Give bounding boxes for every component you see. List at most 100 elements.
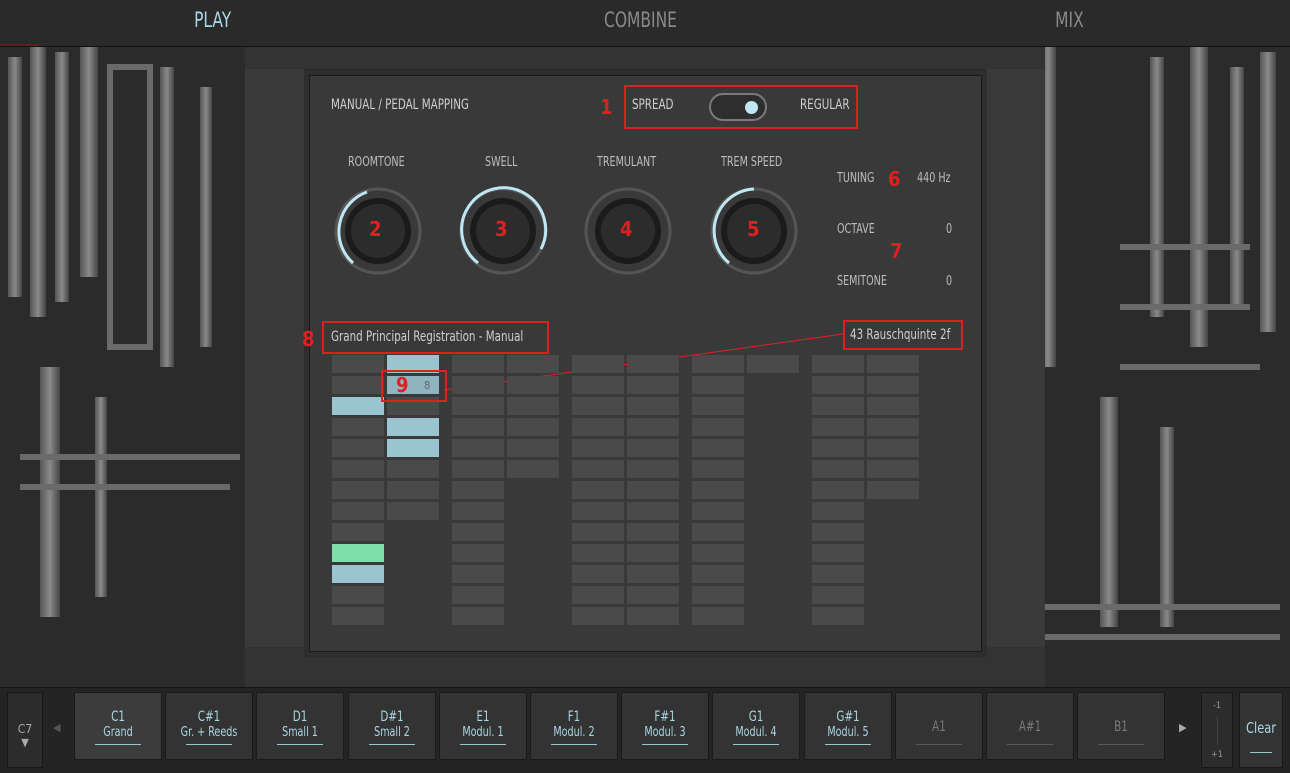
- stop-button[interactable]: [692, 460, 744, 478]
- stop-button[interactable]: [332, 460, 384, 478]
- preset-button-g-sharp1[interactable]: G#1 Modul. 5: [803, 692, 892, 760]
- stop-button[interactable]: [572, 565, 624, 583]
- stop-button[interactable]: [812, 481, 864, 499]
- stop-button[interactable]: [572, 355, 624, 373]
- stop-button[interactable]: [452, 439, 504, 457]
- preset-button-b1[interactable]: B1: [1077, 692, 1166, 760]
- stop-button[interactable]: [812, 460, 864, 478]
- preset-button-d-sharp1[interactable]: D#1 Small 2: [347, 692, 436, 760]
- stop-button[interactable]: [627, 439, 679, 457]
- stop-button[interactable]: [627, 460, 679, 478]
- stop-button[interactable]: [627, 586, 679, 604]
- stop-button[interactable]: [332, 418, 384, 436]
- stop-button[interactable]: [812, 397, 864, 415]
- preset-button-f-sharp1[interactable]: F#1 Modul. 3: [621, 692, 710, 760]
- preset-button-e1[interactable]: E1 Modul. 1: [438, 692, 527, 760]
- stop-button[interactable]: [692, 481, 744, 499]
- stop-button[interactable]: [812, 418, 864, 436]
- stop-button[interactable]: [572, 418, 624, 436]
- stop-button[interactable]: [627, 418, 679, 436]
- stop-button[interactable]: [332, 502, 384, 520]
- preset-button-c1[interactable]: C1 Grand: [74, 692, 162, 760]
- stop-button[interactable]: [507, 460, 559, 478]
- stop-button[interactable]: [812, 502, 864, 520]
- stop-button[interactable]: [387, 502, 439, 520]
- stop-button[interactable]: [692, 439, 744, 457]
- stop-button[interactable]: [332, 481, 384, 499]
- transpose-plus[interactable]: +1: [1211, 750, 1223, 760]
- transpose-control[interactable]: -1 +1: [1201, 692, 1233, 768]
- stop-button[interactable]: [452, 523, 504, 541]
- stop-button[interactable]: [452, 607, 504, 625]
- stop-button[interactable]: [812, 565, 864, 583]
- stop-button[interactable]: [572, 376, 624, 394]
- stop-button[interactable]: [452, 355, 504, 373]
- stop-button[interactable]: [867, 418, 919, 436]
- stop-button[interactable]: [692, 607, 744, 625]
- stop-button[interactable]: [627, 607, 679, 625]
- stop-button[interactable]: [692, 544, 744, 562]
- stop-button[interactable]: [627, 523, 679, 541]
- stop-button[interactable]: [627, 565, 679, 583]
- stop-button[interactable]: [507, 376, 559, 394]
- stop-button[interactable]: [692, 586, 744, 604]
- stop-button[interactable]: [387, 481, 439, 499]
- stop-button[interactable]: [572, 439, 624, 457]
- stop-button[interactable]: [507, 418, 559, 436]
- stop-button[interactable]: [387, 418, 439, 436]
- stop-button[interactable]: [332, 439, 384, 457]
- scroll-left-icon[interactable]: ◀: [53, 721, 61, 734]
- stop-button[interactable]: [332, 355, 384, 373]
- scroll-right-icon[interactable]: ▶: [1179, 721, 1187, 734]
- tab-mix[interactable]: MIX: [1055, 8, 1084, 32]
- stop-button[interactable]: [387, 439, 439, 457]
- stop-button[interactable]: [452, 565, 504, 583]
- stop-button[interactable]: [627, 544, 679, 562]
- tab-combine[interactable]: COMBINE: [604, 8, 677, 32]
- stop-button[interactable]: [812, 607, 864, 625]
- stop-button[interactable]: [692, 355, 744, 373]
- stop-button[interactable]: [812, 586, 864, 604]
- stop-button[interactable]: [452, 460, 504, 478]
- stop-button[interactable]: [452, 481, 504, 499]
- stop-button[interactable]: [452, 376, 504, 394]
- stop-button[interactable]: [812, 376, 864, 394]
- stop-button[interactable]: [332, 607, 384, 625]
- stop-button[interactable]: [812, 355, 864, 373]
- stop-button[interactable]: [332, 565, 384, 583]
- stop-button[interactable]: [572, 544, 624, 562]
- preset-button-a1[interactable]: A1: [894, 692, 983, 760]
- preset-button-d1[interactable]: D1 Small 1: [256, 692, 345, 760]
- stop-button[interactable]: [507, 439, 559, 457]
- stop-button[interactable]: [627, 502, 679, 520]
- stop-button[interactable]: [627, 481, 679, 499]
- clear-button[interactable]: Clear: [1239, 692, 1283, 768]
- stop-button[interactable]: [452, 418, 504, 436]
- stop-button[interactable]: [747, 355, 799, 373]
- stop-button[interactable]: [867, 397, 919, 415]
- stop-button[interactable]: [627, 355, 679, 373]
- stop-button[interactable]: [452, 502, 504, 520]
- stop-button[interactable]: [812, 523, 864, 541]
- stop-button[interactable]: [572, 523, 624, 541]
- stop-button[interactable]: [332, 586, 384, 604]
- stop-button[interactable]: [692, 397, 744, 415]
- preset-button-a-sharp1[interactable]: A#1: [986, 692, 1074, 760]
- stop-button[interactable]: [572, 460, 624, 478]
- stop-button[interactable]: [332, 544, 384, 562]
- stop-button[interactable]: [572, 586, 624, 604]
- stop-button[interactable]: [692, 376, 744, 394]
- stop-button[interactable]: [692, 502, 744, 520]
- stop-button[interactable]: [572, 397, 624, 415]
- stop-button[interactable]: [867, 376, 919, 394]
- octave-selector[interactable]: C7 ▼: [7, 692, 43, 768]
- stop-button[interactable]: [812, 544, 864, 562]
- stop-button[interactable]: [452, 397, 504, 415]
- preset-button-c-sharp1[interactable]: C#1 Gr. + Reeds: [165, 692, 254, 760]
- preset-button-f1[interactable]: F1 Modul. 2: [530, 692, 618, 760]
- stop-button[interactable]: [867, 460, 919, 478]
- stop-button[interactable]: [452, 544, 504, 562]
- stop-button[interactable]: [867, 439, 919, 457]
- stop-button[interactable]: [692, 565, 744, 583]
- preset-button-g1[interactable]: G1 Modul. 4: [712, 692, 801, 760]
